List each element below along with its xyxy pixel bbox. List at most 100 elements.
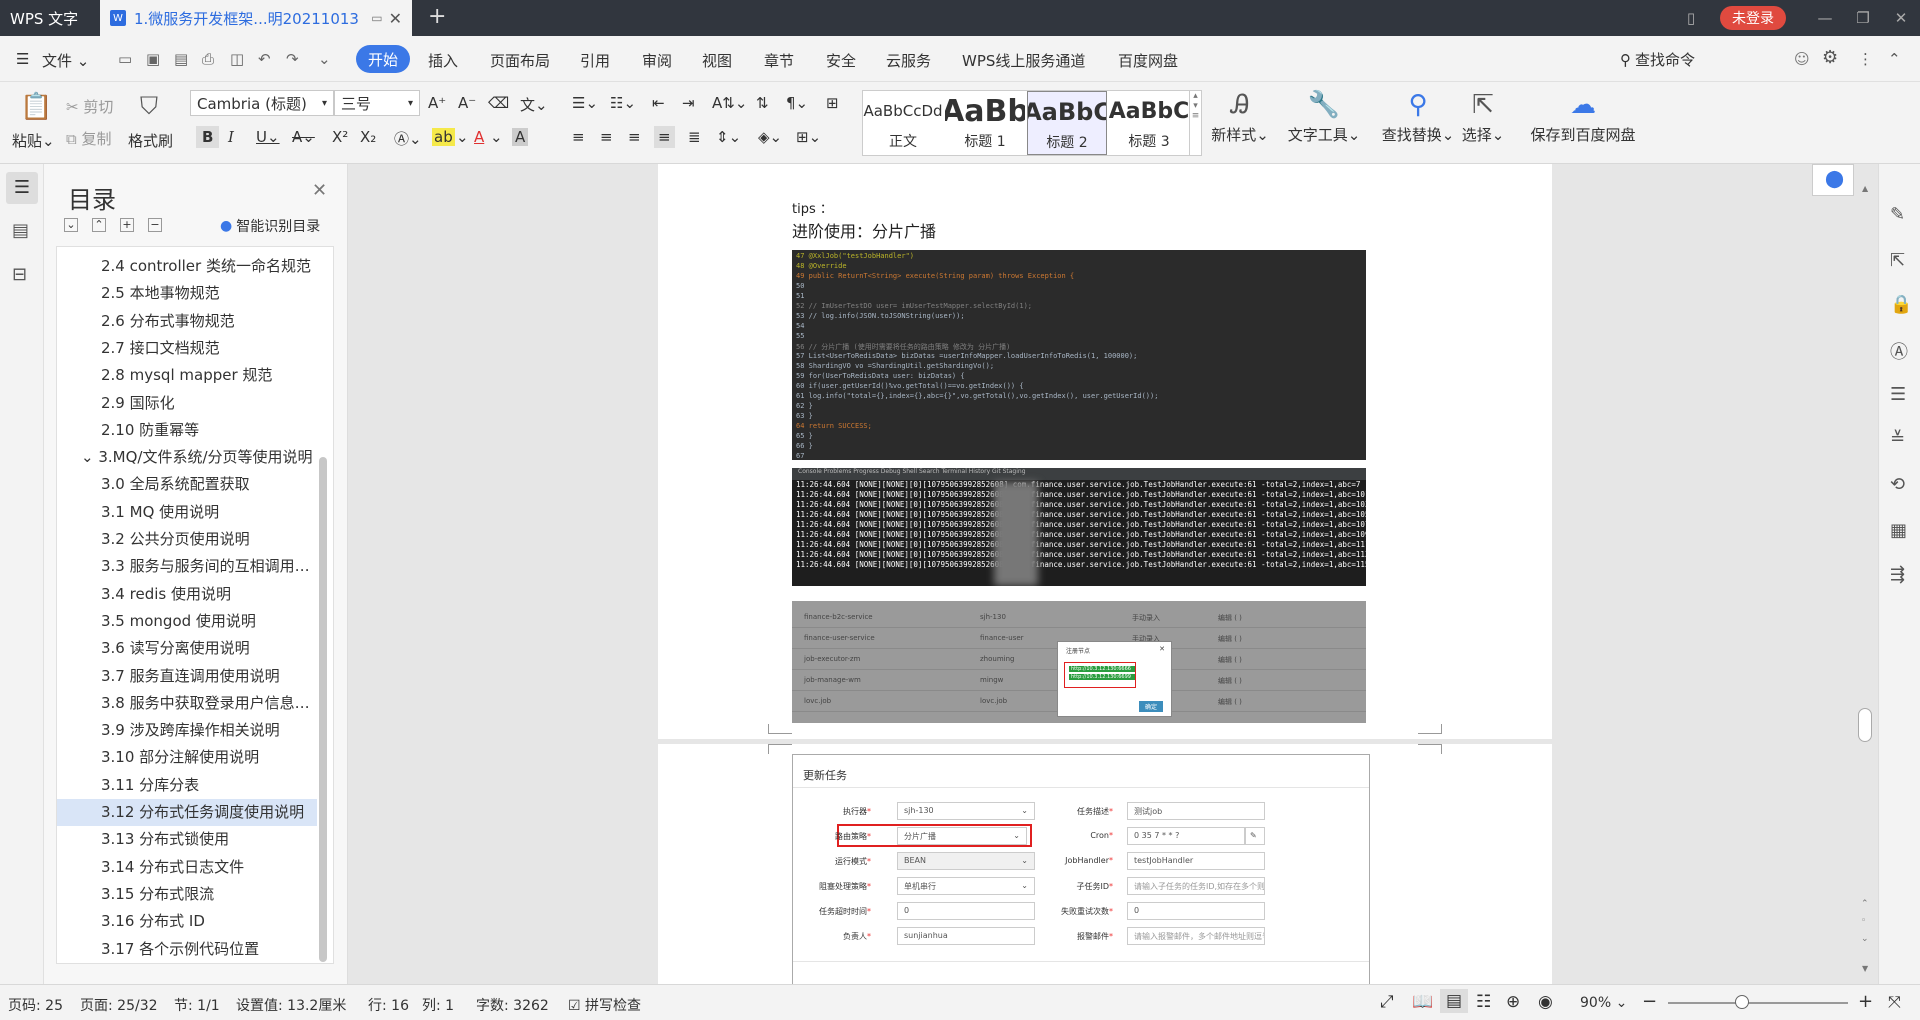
- text-tools-button[interactable]: 🔧 文字工具⌄: [1286, 90, 1362, 145]
- font-color-dropdown-icon[interactable]: ⌄: [490, 128, 503, 146]
- gear-icon[interactable]: ⚙: [1822, 47, 1838, 68]
- smart-toc-button[interactable]: ● 智能识别目录: [220, 216, 320, 236]
- toc-item[interactable]: 3.15 分布式限流: [57, 881, 317, 908]
- sort-icon[interactable]: ⇅: [756, 94, 769, 112]
- page-number[interactable]: 页码: 25: [8, 995, 63, 1015]
- zoom-in-icon[interactable]: +: [1858, 991, 1873, 1012]
- style-normal[interactable]: AaBbCcDd 正文: [863, 91, 943, 155]
- remove-heading-icon[interactable]: −: [148, 218, 162, 232]
- align-right-icon[interactable]: ≡: [628, 128, 641, 146]
- tab-security[interactable]: 安全: [826, 50, 856, 71]
- justify-icon[interactable]: ≡: [654, 126, 675, 148]
- subscript-icon[interactable]: X₂: [360, 128, 376, 146]
- save-baidu-button[interactable]: ☁ 保存到百度网盘: [1526, 90, 1640, 145]
- open-icon[interactable]: ▭: [118, 50, 132, 68]
- paste-button[interactable]: 粘贴⌄: [12, 130, 55, 151]
- toc-item[interactable]: 3.7 服务直连调用使用说明: [57, 663, 317, 690]
- toc-item[interactable]: 3.9 涉及跨库操作相关说明: [57, 717, 317, 744]
- close-icon[interactable]: ✕: [312, 180, 327, 201]
- numbered-list-icon[interactable]: ☷⌄: [610, 94, 636, 112]
- paste-icon[interactable]: 📋: [20, 92, 52, 122]
- print-icon[interactable]: ⎙: [202, 50, 214, 68]
- save-icon[interactable]: ▣: [146, 50, 160, 68]
- zoom-slider[interactable]: [1668, 1002, 1848, 1004]
- section-indicator[interactable]: 节: 1/1: [174, 995, 220, 1015]
- toc-item[interactable]: 3.1 MQ 使用说明: [57, 499, 317, 526]
- nav-pin-button[interactable]: ⬤: [1812, 164, 1854, 196]
- outline-icon[interactable]: ▤: [12, 220, 29, 241]
- font-name-select[interactable]: Cambria (标题) ▾: [190, 90, 334, 116]
- preview-icon[interactable]: ◫: [230, 50, 244, 68]
- tab-references[interactable]: 引用: [580, 50, 610, 71]
- distribute-icon[interactable]: ≣: [688, 128, 701, 146]
- italic-icon[interactable]: I: [228, 128, 234, 146]
- row-indicator[interactable]: 行: 16: [368, 995, 409, 1015]
- outline-list-icon[interactable]: ☰: [1890, 384, 1906, 405]
- hamburger-icon[interactable]: ☰: [16, 50, 29, 68]
- toc-item[interactable]: 3.4 redis 使用说明: [57, 581, 317, 608]
- shrink-font-icon[interactable]: A⁻: [458, 94, 476, 112]
- undo-icon[interactable]: ↶: [258, 50, 271, 68]
- toc-item[interactable]: 3.16 分布式 ID: [57, 908, 317, 935]
- pointer-icon[interactable]: ⇱: [1890, 250, 1905, 271]
- reading-mode-icon[interactable]: 📖: [1412, 992, 1433, 1012]
- outline-view-icon[interactable]: ☷: [1476, 992, 1491, 1012]
- bold-icon[interactable]: B: [196, 126, 220, 148]
- toc-item[interactable]: 3.17 各个示例代码位置: [57, 936, 317, 963]
- table-border-icon[interactable]: ⊞: [826, 94, 839, 112]
- scroll-up-icon[interactable]: ▲: [1862, 184, 1868, 193]
- expand-chevron-icon[interactable]: ⌄: [81, 448, 98, 466]
- font-size-select[interactable]: 三号 ▾: [334, 90, 420, 116]
- borders-icon[interactable]: ⊞⌄: [796, 128, 821, 146]
- eye-protect-icon[interactable]: ◉: [1538, 992, 1553, 1012]
- toc-item[interactable]: 2.8 mysql mapper 规范: [57, 362, 317, 389]
- word-count[interactable]: 字数: 3262: [476, 995, 549, 1015]
- history-icon[interactable]: ⟲: [1890, 474, 1905, 495]
- login-button[interactable]: 未登录: [1720, 6, 1786, 30]
- toc-item[interactable]: 2.5 本地事物规范: [57, 280, 317, 307]
- toc-item[interactable]: ⌄ 3.MQ/文件系统/分页等使用说明: [57, 444, 317, 471]
- tab-layout[interactable]: 页面布局: [490, 50, 550, 71]
- collapse-all-icon[interactable]: ⌄: [64, 218, 78, 232]
- translate-icon[interactable]: Ⓐ: [1890, 338, 1908, 364]
- tab-cloud[interactable]: 云服务: [886, 50, 931, 71]
- toc-scrollbar[interactable]: [319, 457, 327, 962]
- monitor-icon[interactable]: ▭: [371, 11, 382, 25]
- file-menu[interactable]: 文件 ⌄: [42, 50, 89, 71]
- expand-up-icon[interactable]: ⌃: [92, 218, 106, 232]
- text-effect-icon[interactable]: Ⓐ⌄: [394, 128, 422, 149]
- restore-icon[interactable]: ❐: [1844, 9, 1882, 27]
- highlight-icon[interactable]: ab: [432, 128, 455, 146]
- toc-item[interactable]: 3.2 公共分页使用说明: [57, 526, 317, 553]
- text-direction-icon[interactable]: A⇅⌄: [712, 94, 747, 112]
- font-color-icon[interactable]: A: [474, 128, 484, 146]
- spell-check[interactable]: ☑ 拼写检查: [568, 995, 641, 1015]
- show-marks-icon[interactable]: ¶⌄: [786, 94, 808, 112]
- style-heading1[interactable]: AaBb 标题 1: [945, 91, 1025, 155]
- format-painter-icon[interactable]: ⛉: [140, 92, 158, 120]
- setting-value[interactable]: 设置值: 13.2厘米: [236, 995, 346, 1015]
- zoom-slider-handle[interactable]: [1735, 995, 1749, 1009]
- grow-font-icon[interactable]: A⁺: [428, 94, 446, 112]
- export-icon[interactable]: ▤: [174, 50, 188, 68]
- layout-icon[interactable]: ▯: [1672, 9, 1710, 27]
- toc-item[interactable]: 3.8 服务中获取登录用户信息说明: [57, 690, 317, 717]
- toc-item[interactable]: 2.10 防重幂等: [57, 417, 317, 444]
- settings-sliders-icon[interactable]: ≚: [1890, 428, 1905, 449]
- format-panel-icon[interactable]: ▦: [1890, 520, 1907, 541]
- tab-start[interactable]: 开始: [356, 45, 410, 73]
- toc-item[interactable]: 3.10 部分注解使用说明: [57, 744, 317, 771]
- app-name[interactable]: WPS 文字: [10, 8, 78, 29]
- format-painter-button[interactable]: 格式刷: [128, 130, 173, 151]
- superscript-icon[interactable]: X²: [332, 128, 348, 146]
- toc-item[interactable]: 2.6 分布式事物规范: [57, 308, 317, 335]
- bullet-list-icon[interactable]: ☰⌄: [572, 94, 598, 112]
- column-indicator[interactable]: 列: 1: [422, 995, 454, 1015]
- increase-indent-icon[interactable]: ⇥: [682, 94, 695, 112]
- fit-window-icon[interactable]: ⤧: [1888, 992, 1901, 1012]
- search-command[interactable]: ⚲ 查找命令: [1620, 49, 1695, 70]
- underline-icon[interactable]: U⌄: [256, 128, 280, 146]
- more-icon[interactable]: ⋮: [1858, 50, 1873, 68]
- zoom-level[interactable]: 90% ⌄: [1580, 995, 1627, 1011]
- toc-item[interactable]: 3.6 读写分离使用说明: [57, 635, 317, 662]
